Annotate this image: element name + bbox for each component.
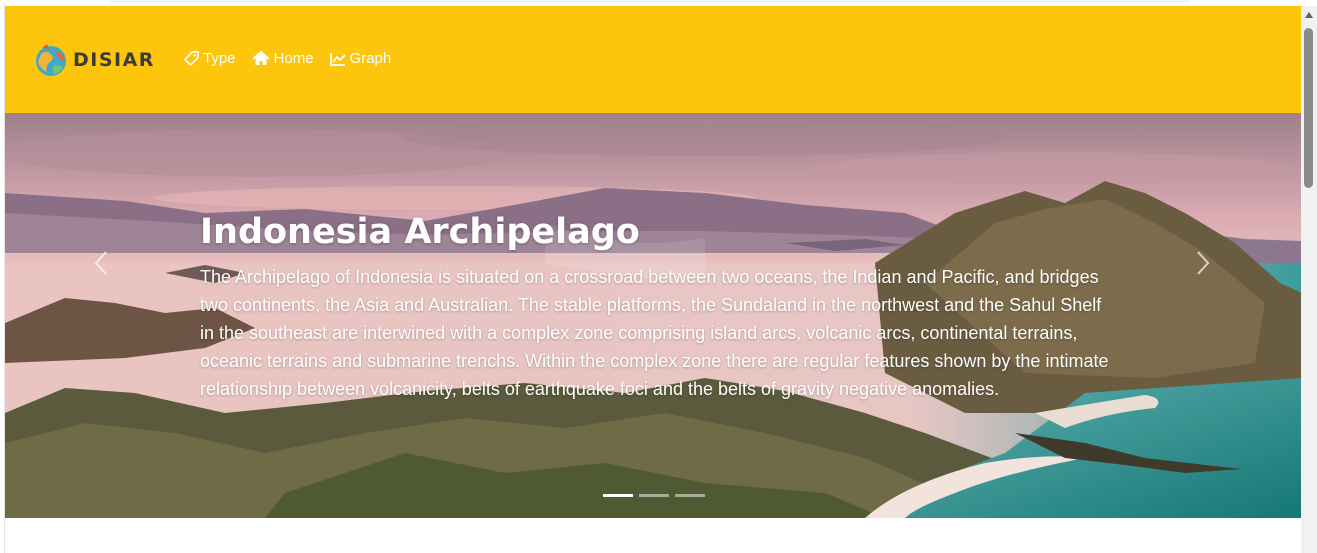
brand[interactable]: DISIAR bbox=[33, 42, 155, 78]
carousel-next-button[interactable] bbox=[1183, 243, 1223, 283]
chevron-left-icon bbox=[94, 251, 107, 275]
window-top-edge bbox=[110, 0, 1190, 3]
nav-item-label: Home bbox=[273, 50, 314, 67]
nav-item-type[interactable]: Type bbox=[184, 50, 236, 67]
nav-links: Type Home Graph bbox=[184, 50, 391, 67]
carousel-indicator-3[interactable] bbox=[675, 494, 705, 497]
nav-item-graph[interactable]: Graph bbox=[329, 50, 392, 67]
chevron-right-icon bbox=[1197, 251, 1210, 275]
page: DISIAR Type Home Graph Indonesia Archipe… bbox=[4, 6, 1302, 553]
carousel-indicator-1[interactable] bbox=[603, 494, 633, 497]
hero-description: The Archipelago of Indonesia is situated… bbox=[200, 267, 1109, 399]
nav-item-label: Type bbox=[203, 50, 236, 67]
hero-caption: Indonesia Archipelago The Archipelago of… bbox=[200, 211, 1120, 403]
nav-item-label: Graph bbox=[349, 50, 392, 67]
scroll-thumb[interactable] bbox=[1304, 28, 1313, 188]
brand-name: DISIAR bbox=[73, 49, 155, 71]
line-chart-icon bbox=[329, 52, 346, 66]
vertical-scrollbar[interactable] bbox=[1301, 6, 1317, 553]
carousel-indicator-2[interactable] bbox=[639, 494, 669, 497]
tag-icon bbox=[184, 51, 199, 66]
hero-carousel: Indonesia Archipelago The Archipelago of… bbox=[5, 113, 1302, 518]
carousel-indicators bbox=[603, 494, 705, 497]
scroll-up-button[interactable] bbox=[1301, 6, 1317, 24]
home-icon bbox=[251, 51, 270, 65]
triangle-up-icon bbox=[1305, 12, 1313, 18]
navbar: DISIAR Type Home Graph bbox=[5, 6, 1302, 113]
nav-item-home[interactable]: Home bbox=[251, 50, 314, 67]
globe-logo-icon bbox=[36, 44, 66, 76]
carousel-prev-button[interactable] bbox=[81, 243, 121, 283]
hero-title: Indonesia Archipelago bbox=[200, 212, 640, 252]
